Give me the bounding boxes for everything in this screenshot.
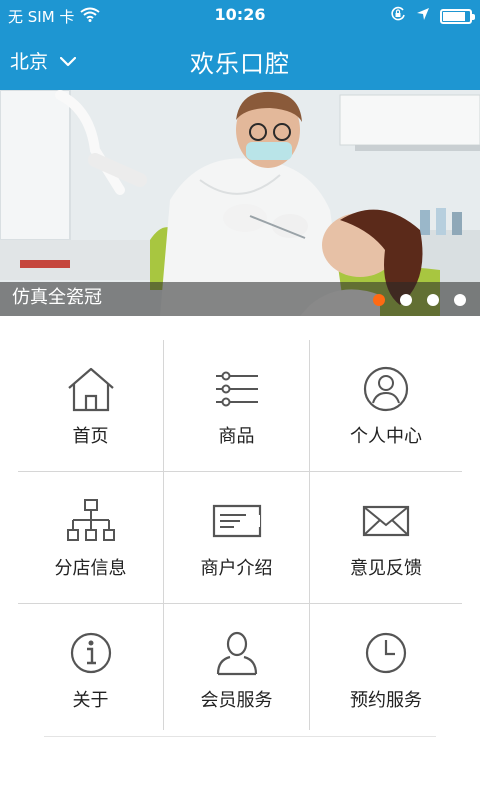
- menu-label: 个人中心: [350, 426, 422, 447]
- carousel-dot[interactable]: [373, 294, 385, 306]
- menu-label: 意见反馈: [350, 558, 422, 579]
- carousel-dot[interactable]: [454, 294, 466, 306]
- menu-item-about[interactable]: 关于: [18, 604, 164, 730]
- info-icon: [70, 632, 111, 674]
- member-icon: [216, 631, 257, 676]
- menu-item-appointment[interactable]: 预约服务: [310, 604, 462, 730]
- menu-label: 商户介绍: [200, 558, 273, 579]
- menu-item-feedback[interactable]: 意见反馈: [310, 472, 462, 604]
- card-icon: [212, 504, 261, 538]
- carousel-indicators: [373, 294, 466, 306]
- menu-item-branches[interactable]: 分店信息: [18, 472, 164, 604]
- menu-label: 商品: [218, 426, 255, 447]
- banner-carousel[interactable]: 仿真全瓷冠: [0, 90, 480, 316]
- menu-label: 首页: [72, 426, 109, 447]
- menu-label: 预约服务: [350, 690, 422, 711]
- banner-caption: 仿真全瓷冠: [12, 287, 102, 308]
- mail-icon: [362, 505, 410, 537]
- menu-item-goods[interactable]: 商品: [164, 340, 310, 472]
- location-arrow-icon: [416, 7, 430, 25]
- page-title: 欢乐口腔: [190, 50, 290, 78]
- menu-label: 关于: [72, 690, 109, 711]
- menu-item-member[interactable]: 会员服务: [164, 604, 310, 730]
- header: 北京 欢乐口腔: [0, 30, 480, 90]
- menu-item-merchant[interactable]: 商户介绍: [164, 472, 310, 604]
- menu-item-home[interactable]: 首页: [18, 340, 164, 472]
- menu-item-profile[interactable]: 个人中心: [310, 340, 462, 472]
- branch-tree-icon: [66, 499, 115, 541]
- battery-icon: [440, 8, 475, 24]
- menu-grid: 首页 商品 个人中心 分店信息 商户介绍 意见反馈 关于 会员服务 预约服务: [18, 340, 462, 730]
- orientation-lock-icon: [390, 6, 406, 26]
- clock-icon: [365, 632, 407, 674]
- carousel-dot[interactable]: [400, 294, 412, 306]
- user-circle-icon: [363, 366, 409, 412]
- battery-fill: [443, 11, 466, 21]
- list-icon: [215, 371, 258, 407]
- grid-bottom-divider: [44, 736, 436, 737]
- home-icon: [67, 367, 114, 412]
- carousel-dot[interactable]: [427, 294, 439, 306]
- status-bar: 无 SIM 卡 10:26: [0, 0, 480, 30]
- status-right: [390, 6, 475, 26]
- menu-label: 分店信息: [54, 558, 127, 579]
- menu-label: 会员服务: [200, 690, 273, 711]
